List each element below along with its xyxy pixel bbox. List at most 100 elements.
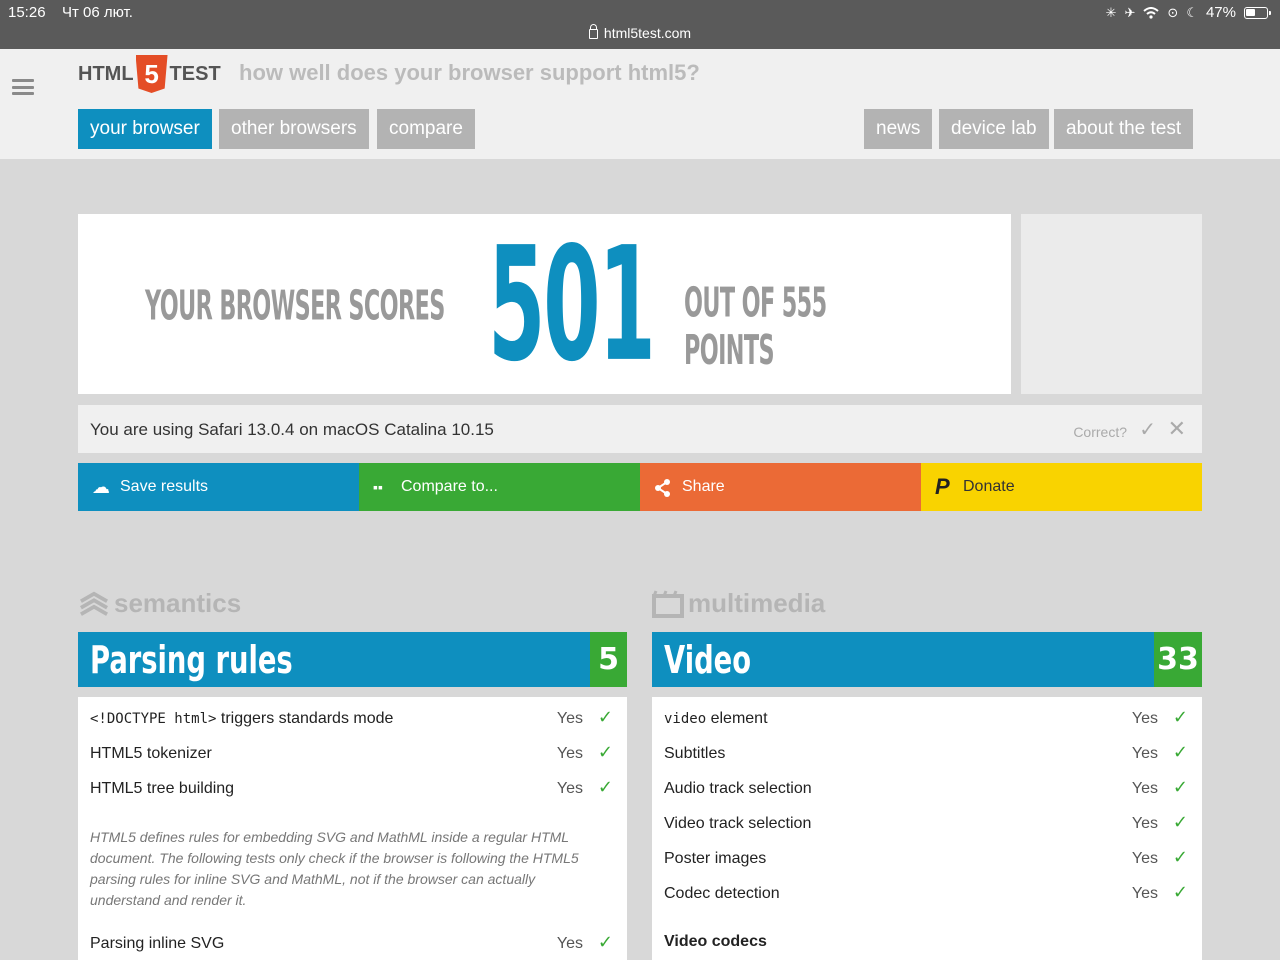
logo-badge-number: 5 xyxy=(144,58,159,89)
address-bar[interactable]: html5test.com xyxy=(0,24,1280,41)
test-row: <!DOCTYPE html> triggers standards mode … xyxy=(78,697,627,732)
site-header: HTML 5 TEST how well does your browser s… xyxy=(0,49,1280,159)
orientation-lock-icon: ⊙ xyxy=(1167,4,1179,20)
battery-icon xyxy=(1244,6,1271,19)
nav-device-lab[interactable]: device lab xyxy=(939,109,1049,149)
compare-to-label: Compare to... xyxy=(401,478,498,495)
test-result: Yes xyxy=(556,710,583,727)
test-label: Poster images xyxy=(664,850,767,867)
check-icon: ✓ xyxy=(1172,882,1188,902)
category-points: 5 xyxy=(590,632,627,687)
category-points: 33 xyxy=(1154,632,1202,687)
test-result: Yes xyxy=(1131,885,1158,902)
cloud-upload-icon: ☁ xyxy=(92,477,110,497)
save-results-button[interactable]: ☁ Save results xyxy=(78,463,359,511)
wifi-icon xyxy=(1143,6,1160,19)
nav-other-browsers[interactable]: other browsers xyxy=(219,109,369,149)
test-row: Video track selection Yes ✓ xyxy=(652,802,1202,837)
check-icon: ✓ xyxy=(597,777,613,797)
video-panel: video element Yes ✓ Subtitles Yes ✓ Audi… xyxy=(652,697,1202,960)
compare-to-button[interactable]: ▪▪ Compare to... xyxy=(359,463,640,511)
nav-about-the-test[interactable]: about the test xyxy=(1054,109,1194,149)
logo-text-html: HTML xyxy=(78,62,134,85)
check-icon: ✓ xyxy=(597,932,613,952)
test-result: Yes xyxy=(556,935,583,952)
parsing-rules-panel: <!DOCTYPE html> triggers standards mode … xyxy=(78,697,627,960)
check-icon: ✓ xyxy=(1172,707,1188,727)
test-row: Subtitles Yes ✓ xyxy=(652,732,1202,767)
nav-your-browser[interactable]: your browser xyxy=(78,109,212,149)
logo-text-test: TEST xyxy=(169,62,221,85)
donate-button[interactable]: P Donate xyxy=(921,463,1202,511)
test-row: HTML5 tree building Yes ✓ xyxy=(78,767,627,802)
save-results-label: Save results xyxy=(120,478,209,495)
test-label: triggers standards mode xyxy=(216,710,394,727)
status-date: Чт 06 лют. xyxy=(62,4,133,21)
category-title: Parsing rules xyxy=(90,638,293,682)
test-label-code: <!DOCTYPE html> xyxy=(90,711,217,727)
video-codecs-heading: Video codecs xyxy=(664,933,767,950)
clapperboard-icon xyxy=(652,589,684,618)
moon-icon: ☾ xyxy=(1186,4,1198,20)
test-result: Yes xyxy=(556,780,583,797)
grid-icon: ▪▪ xyxy=(373,479,383,495)
share-label: Share xyxy=(682,478,725,495)
test-label: Video track selection xyxy=(664,815,812,832)
site-logo[interactable]: HTML 5 TEST xyxy=(78,54,221,94)
test-label: Parsing inline SVG xyxy=(90,935,225,952)
address-url: html5test.com xyxy=(603,25,692,41)
paypal-icon: P xyxy=(935,474,950,499)
score-value: 501 xyxy=(488,214,656,397)
test-label: HTML5 tokenizer xyxy=(90,745,212,762)
check-icon: ✓ xyxy=(1172,742,1188,762)
category-header-parsing-rules[interactable]: Parsing rules 5 xyxy=(78,632,627,687)
detection-text: You are using Safari 13.0.4 on macOS Cat… xyxy=(90,420,494,439)
test-row: HTML5 tokenizer Yes ✓ xyxy=(78,732,627,767)
status-time: 15:26 xyxy=(8,4,46,21)
nav-compare[interactable]: compare xyxy=(377,109,475,149)
menu-icon[interactable] xyxy=(12,79,34,95)
section-title-semantics: semantics xyxy=(78,588,241,619)
test-label-code: video xyxy=(664,711,707,727)
section-title-multimedia: multimedia xyxy=(652,588,825,619)
test-result: Yes xyxy=(1131,710,1158,727)
test-result: Yes xyxy=(556,745,583,762)
category-title: Video xyxy=(664,638,752,682)
nav-news[interactable]: news xyxy=(864,109,933,149)
category-header-video[interactable]: Video 33 xyxy=(652,632,1202,687)
test-row: Audio track selection Yes ✓ xyxy=(652,767,1202,802)
confirm-check-icon[interactable]: ✓ xyxy=(1139,417,1156,442)
score-suffix: OUT OF 555 POINTS xyxy=(684,279,827,375)
html5-shield-icon: 5 xyxy=(135,55,168,93)
share-icon xyxy=(655,479,670,497)
loading-spinner-icon: ✳ xyxy=(1105,4,1117,20)
test-label: Audio track selection xyxy=(664,780,812,797)
test-row: Parsing inline SVG Yes ✓ xyxy=(78,922,627,957)
donate-label: Donate xyxy=(963,478,1015,495)
check-icon: ✓ xyxy=(1172,812,1188,832)
multimedia-label: multimedia xyxy=(688,588,826,618)
ad-placeholder xyxy=(1021,214,1202,394)
test-result: Yes xyxy=(1131,850,1158,867)
parsing-note: HTML5 defines rules for embedding SVG an… xyxy=(90,829,579,908)
score-panel: YOUR BROWSER SCORES 501 OUT OF 555 POINT… xyxy=(78,214,1011,397)
battery-percent: 47% xyxy=(1205,4,1236,21)
test-result: Yes xyxy=(1131,815,1158,832)
test-row: Poster images Yes ✓ xyxy=(652,837,1202,872)
close-icon[interactable]: ✕ xyxy=(1168,416,1186,442)
check-icon: ✓ xyxy=(597,707,613,727)
status-icons: ✳ ✈ ⊙ ☾ 47% xyxy=(1105,4,1271,21)
test-result: Yes xyxy=(1131,745,1158,762)
lock-icon xyxy=(588,24,598,39)
score-prefix: YOUR BROWSER SCORES xyxy=(145,282,445,331)
test-label: element xyxy=(706,710,768,727)
test-result: Yes xyxy=(1131,780,1158,797)
correct-label: Correct? xyxy=(1073,424,1127,440)
status-bar: 15:26 Чт 06 лют. html5test.com ✳ ✈ ⊙ ☾ 4… xyxy=(0,0,1280,49)
test-row: video element Yes ✓ xyxy=(652,697,1202,732)
check-icon: ✓ xyxy=(1172,777,1188,797)
semantics-label: semantics xyxy=(114,588,242,618)
share-button[interactable]: Share xyxy=(640,463,921,511)
site-tagline: how well does your browser support html5… xyxy=(239,60,700,85)
test-row: Codec detection Yes ✓ xyxy=(652,872,1202,907)
